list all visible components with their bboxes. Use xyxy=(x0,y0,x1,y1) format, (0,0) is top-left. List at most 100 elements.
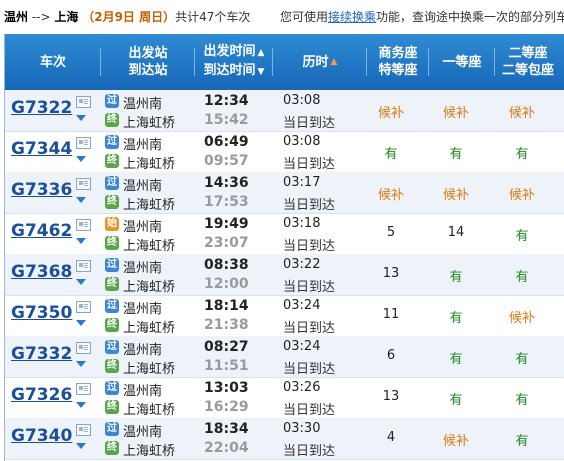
departure-time: 18:34 xyxy=(204,421,249,437)
chevron-down-icon[interactable] xyxy=(76,156,86,162)
train-detail-icon[interactable] xyxy=(76,342,91,354)
sort-duration-icon[interactable]: ▲ xyxy=(331,54,338,71)
duration: 03:30 xyxy=(283,421,321,436)
arrival-time: 17:53 xyxy=(204,194,249,210)
first-class-availability[interactable]: 候补 xyxy=(426,184,486,203)
arrival-time: 22:04 xyxy=(204,440,249,456)
first-class-availability[interactable]: 候补 xyxy=(426,430,486,449)
tip-prefix: 您可使用 xyxy=(280,10,329,24)
train-number-link[interactable]: G7332 xyxy=(11,344,72,364)
arrival-time: 12:00 xyxy=(204,276,249,292)
duration: 03:26 xyxy=(283,380,321,395)
chevron-down-icon[interactable] xyxy=(76,238,86,244)
train-detail-icon[interactable] xyxy=(76,96,91,108)
train-detail-icon[interactable] xyxy=(76,219,91,231)
train-row[interactable]: G7368 过温州南终上海虹桥 08:38 12:00 03:22 当日到达 13 有有 xyxy=(5,254,564,296)
first-class-availability[interactable]: 14 xyxy=(426,225,486,240)
chevron-down-icon[interactable] xyxy=(76,320,86,326)
col-times[interactable]: 出发时间 ▲ 到达时间 ▼ xyxy=(195,34,273,90)
sort-up-icon[interactable]: ▲ xyxy=(258,45,265,62)
col-duration[interactable]: 历时 ▲ xyxy=(273,34,367,90)
train-results-table: 车次 出发站 到达站 出发时间 ▲ 到达时间 ▼ 历时 ▲ 商务座 特等座 一等座 二等座… xyxy=(4,34,564,461)
second-class-availability[interactable]: 候补 xyxy=(492,102,552,121)
second-class-availability[interactable]: 有 xyxy=(492,225,552,244)
arrival-type-icon: 终 xyxy=(105,236,119,250)
train-row[interactable]: G7326 过温州南终上海虹桥 13:03 16:29 03:26 当日到达 13 有有 xyxy=(5,377,564,419)
chevron-down-icon[interactable] xyxy=(76,197,86,203)
train-number-link[interactable]: G7368 xyxy=(11,262,72,282)
train-row[interactable]: G7462 始温州南终上海虹桥 19:49 23:07 03:18 当日到达 5 14 有 xyxy=(5,213,564,255)
business-seat-availability[interactable]: 4 xyxy=(361,430,421,445)
arrival-type-icon: 终 xyxy=(105,195,119,209)
train-row[interactable]: G7322 过温州南终上海虹桥 12:34 15:42 03:08 当日到达 候补 候补 候补 xyxy=(5,90,564,132)
second-class-availability[interactable]: 候补 xyxy=(492,184,552,203)
business-seat-availability[interactable]: 候补 xyxy=(361,102,421,121)
chevron-down-icon[interactable] xyxy=(76,361,86,367)
train-number-link[interactable]: G7344 xyxy=(11,139,72,159)
col-second-label: 二等座 xyxy=(508,46,548,61)
departure-station: 温州南 xyxy=(123,220,163,235)
second-class-availability[interactable]: 有 xyxy=(492,389,552,408)
train-detail-icon[interactable] xyxy=(76,424,91,436)
departure-type-icon: 过 xyxy=(105,381,119,395)
first-class-availability[interactable]: 有 xyxy=(426,266,486,285)
train-row[interactable]: G7344 过温州南终上海虹桥 06:49 09:57 03:08 当日到达有有有 xyxy=(5,131,564,173)
first-class-availability[interactable]: 有 xyxy=(426,307,486,326)
train-detail-icon[interactable] xyxy=(76,178,91,190)
chevron-down-icon[interactable] xyxy=(76,402,86,408)
first-class-availability[interactable]: 有 xyxy=(426,389,486,408)
route-summary: 温州 --> 上海 （2月9日 周日）共计47个车次 xyxy=(4,0,250,34)
second-class-availability[interactable]: 有 xyxy=(492,430,552,449)
departure-time: 08:38 xyxy=(204,257,249,273)
business-seat-availability[interactable]: 11 xyxy=(361,307,421,322)
first-class-availability[interactable]: 有 xyxy=(426,143,486,162)
train-row[interactable]: G7350 过温州南终上海虹桥 18:14 21:38 03:24 当日到达 11 有候补 xyxy=(5,295,564,337)
chevron-down-icon[interactable] xyxy=(76,115,86,121)
train-number-link[interactable]: G7350 xyxy=(11,303,72,323)
chevron-down-icon[interactable] xyxy=(76,279,86,285)
arrival-station: 上海虹桥 xyxy=(123,362,176,377)
arrival-station: 上海虹桥 xyxy=(123,198,176,213)
train-number-link[interactable]: G7462 xyxy=(11,221,72,241)
departure-station: 温州南 xyxy=(123,343,163,358)
business-seat-availability[interactable]: 6 xyxy=(361,348,421,363)
train-detail-icon[interactable] xyxy=(76,137,91,149)
route-summary-bar: 温州 --> 上海 （2月9日 周日）共计47个车次 您可使用接续换乘功能，查询… xyxy=(0,0,564,34)
train-number-link[interactable]: G7340 xyxy=(11,426,72,446)
business-seat-availability[interactable]: 5 xyxy=(361,225,421,240)
second-class-availability[interactable]: 有 xyxy=(492,348,552,367)
business-seat-availability[interactable]: 13 xyxy=(361,389,421,404)
chevron-down-icon[interactable] xyxy=(76,443,86,449)
arrive-day: 当日到达 xyxy=(283,116,336,131)
to-city: 上海 xyxy=(54,10,79,24)
train-detail-icon[interactable] xyxy=(76,383,91,395)
arrival-type-icon: 终 xyxy=(105,400,119,414)
col-second-box-label: 二等包座 xyxy=(501,63,554,78)
arrival-type-icon: 终 xyxy=(105,277,119,291)
table-header: 车次 出发站 到达站 出发时间 ▲ 到达时间 ▼ 历时 ▲ 商务座 特等座 一等座 二等座… xyxy=(5,34,564,90)
business-seat-availability[interactable]: 13 xyxy=(361,266,421,281)
arrival-station: 上海虹桥 xyxy=(123,403,176,418)
departure-type-icon: 始 xyxy=(105,217,119,231)
train-number-link[interactable]: G7336 xyxy=(11,180,72,200)
train-row[interactable]: G7340 过温州南终上海虹桥 18:34 22:04 03:30 当日到达 4 候补有 xyxy=(5,418,564,460)
transfer-link[interactable]: 接续换乘 xyxy=(328,10,376,24)
business-seat-availability[interactable]: 有 xyxy=(361,143,421,162)
train-number-link[interactable]: G7326 xyxy=(11,385,72,405)
first-class-availability[interactable]: 候补 xyxy=(426,102,486,121)
arrival-type-icon: 终 xyxy=(105,113,119,127)
train-row[interactable]: G7336 过温州南终上海虹桥 14:36 17:53 03:17 当日到达 候补 候补 候补 xyxy=(5,172,564,214)
train-row[interactable]: G7332 过温州南终上海虹桥 08:27 11:51 03:24 当日到达 6 有有 xyxy=(5,336,564,378)
second-class-availability[interactable]: 有 xyxy=(492,266,552,285)
second-class-availability[interactable]: 候补 xyxy=(492,307,552,326)
sort-down-icon[interactable]: ▼ xyxy=(258,64,265,81)
second-class-availability[interactable]: 有 xyxy=(492,143,552,162)
first-class-availability[interactable]: 有 xyxy=(426,348,486,367)
train-number-link[interactable]: G7322 xyxy=(11,98,72,118)
train-detail-icon[interactable] xyxy=(76,260,91,272)
business-seat-availability[interactable]: 候补 xyxy=(361,184,421,203)
col-second: 二等座 二等包座 xyxy=(495,34,561,90)
train-detail-icon[interactable] xyxy=(76,301,91,313)
arrive-day: 当日到达 xyxy=(283,280,336,295)
departure-station: 温州南 xyxy=(123,179,163,194)
